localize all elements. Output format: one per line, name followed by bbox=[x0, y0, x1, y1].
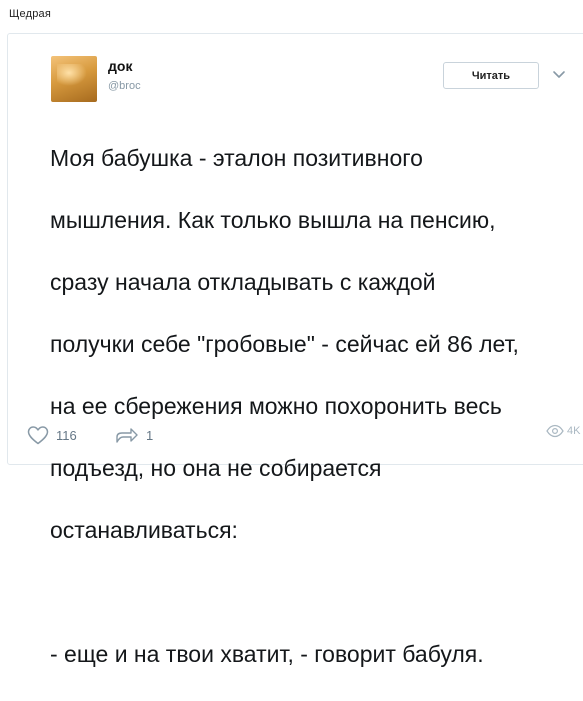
chevron-down-icon bbox=[553, 71, 565, 78]
tweet-line: на ее сбережения можно похоронить весь bbox=[50, 393, 502, 419]
like-button[interactable]: 116 bbox=[26, 424, 77, 446]
tweet-line: останавливаться: bbox=[50, 517, 238, 543]
heart-icon bbox=[27, 426, 49, 445]
avatar[interactable] bbox=[51, 56, 97, 102]
tweet-line: получки себе "гробовые" - сейчас ей 86 л… bbox=[50, 331, 519, 357]
tweet-line: мышления. Как только вышла на пенсию, bbox=[50, 207, 496, 233]
tweet-line: подъезд, но она не собирается bbox=[50, 455, 382, 481]
follow-button[interactable]: Читать bbox=[443, 62, 539, 89]
eye-icon bbox=[546, 424, 564, 438]
share-button[interactable]: 1 bbox=[114, 424, 153, 446]
tweet-line: сразу начала откладывать с каждой bbox=[50, 269, 436, 295]
author-handle[interactable]: @broc bbox=[108, 80, 148, 92]
views-count: 4K bbox=[567, 425, 581, 437]
tweet-line: Моя бабушка - эталон позитивного bbox=[50, 145, 423, 171]
tweet-line: - еще и на твои хватит, - говорит бабуля… bbox=[50, 641, 484, 667]
tweet-line bbox=[50, 577, 580, 608]
more-menu-button[interactable] bbox=[549, 64, 569, 86]
tweet-text: Моя бабушка - эталон позитивного мышлени… bbox=[50, 112, 580, 701]
author-name[interactable]: док bbox=[108, 58, 132, 74]
views-stat: 4K bbox=[546, 424, 580, 438]
like-count: 116 bbox=[56, 427, 77, 443]
page-title: Щедрая bbox=[9, 8, 51, 20]
share-arrow-icon bbox=[116, 428, 138, 443]
retweet-count: 1 bbox=[146, 427, 154, 443]
